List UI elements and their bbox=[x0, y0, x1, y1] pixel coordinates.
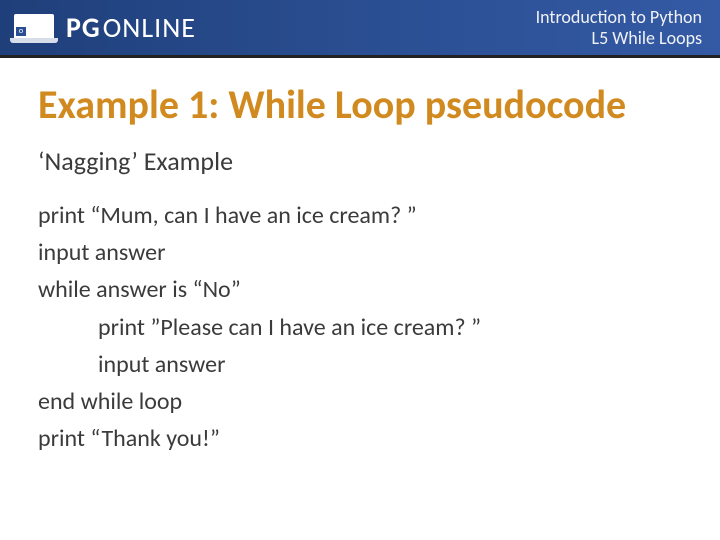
code-line: print “Mum, can I have an ice cream? ” bbox=[38, 197, 682, 234]
logo-cluster: o PG ONLINE bbox=[12, 10, 196, 45]
course-line2: L5 While Loops bbox=[536, 28, 702, 49]
course-title: Introduction to Python L5 While Loops bbox=[536, 7, 702, 48]
brand-text: PG ONLINE bbox=[66, 10, 196, 45]
code-line: end while loop bbox=[38, 383, 682, 420]
slide-content: Example 1: While Loop pseudocode ‘Naggin… bbox=[0, 58, 720, 457]
brand-pg: PG bbox=[66, 10, 101, 45]
pseudocode-block: print “Mum, can I have an ice cream? ” i… bbox=[38, 197, 682, 457]
laptop-icon: o bbox=[12, 13, 56, 43]
slide-subtitle: ‘Nagging’ Example bbox=[38, 145, 682, 177]
code-line: input answer bbox=[38, 234, 682, 271]
code-line-indent: input answer bbox=[38, 346, 682, 383]
brand-online: ONLINE bbox=[103, 10, 196, 45]
slide-title: Example 1: While Loop pseudocode bbox=[38, 80, 682, 129]
course-line1: Introduction to Python bbox=[536, 7, 702, 28]
code-line-indent: print ”Please can I have an ice cream? ” bbox=[38, 309, 682, 346]
code-line: print “Thank you!” bbox=[38, 420, 682, 457]
code-line: while answer is “No” bbox=[38, 271, 682, 308]
laptop-key-glyph: o bbox=[16, 27, 26, 36]
header-band: o PG ONLINE Introduction to Python L5 Wh… bbox=[0, 0, 720, 58]
